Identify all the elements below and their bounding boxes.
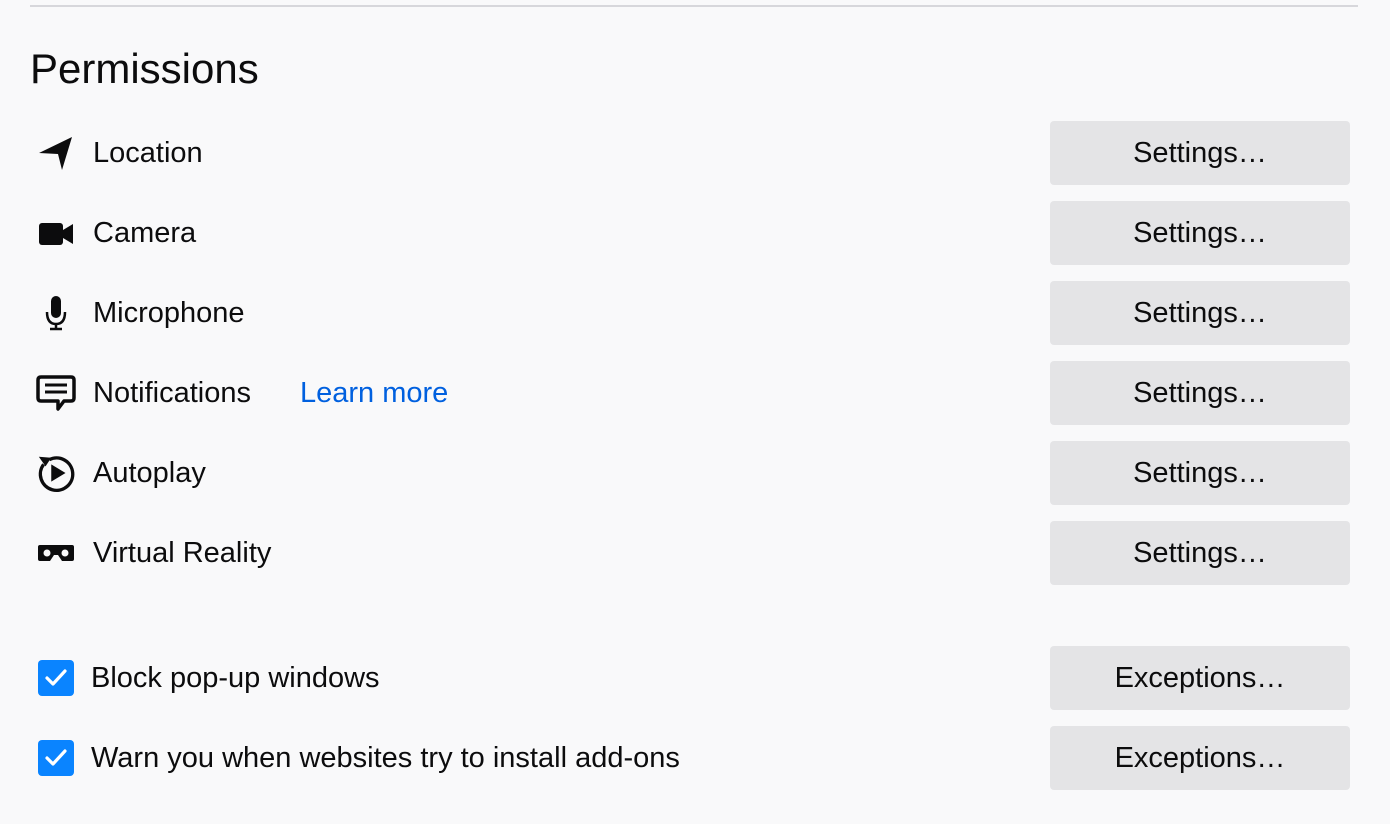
block-popups-checkbox[interactable]: [38, 660, 74, 696]
permission-row-autoplay: Autoplay Settings…: [30, 441, 1350, 505]
location-settings-button[interactable]: Settings…: [1050, 121, 1350, 185]
permission-label: Camera: [93, 217, 197, 249]
section-divider: [30, 5, 1358, 7]
autoplay-settings-button[interactable]: Settings…: [1050, 441, 1350, 505]
notification-bubble-icon: [36, 373, 76, 413]
popup-exceptions-button[interactable]: Exceptions…: [1050, 646, 1350, 710]
permission-label: Microphone: [93, 297, 245, 329]
checkmark-icon: [45, 749, 67, 766]
location-arrow-icon: [36, 133, 76, 173]
learn-more-link[interactable]: Learn more: [300, 375, 448, 411]
permission-label: Notifications: [93, 377, 251, 409]
autoplay-icon: [36, 453, 76, 493]
checkmark-icon: [45, 669, 67, 686]
block-popups-label[interactable]: Block pop-up windows: [91, 660, 380, 696]
block-popups-row: Block pop-up windows Exceptions…: [30, 646, 1350, 710]
camera-icon: [36, 213, 76, 253]
permission-row-camera: Camera Settings…: [30, 201, 1350, 265]
virtual-reality-settings-button[interactable]: Settings…: [1050, 521, 1350, 585]
permission-row-location: Location Settings…: [30, 121, 1350, 185]
permission-label: Autoplay: [93, 457, 206, 489]
vr-headset-icon: [36, 533, 76, 573]
microphone-icon: [36, 293, 76, 333]
notifications-settings-button[interactable]: Settings…: [1050, 361, 1350, 425]
permissions-page: Permissions Location Settings… Camera Se…: [0, 0, 1390, 824]
addon-exceptions-button[interactable]: Exceptions…: [1050, 726, 1350, 790]
microphone-settings-button[interactable]: Settings…: [1050, 281, 1350, 345]
warn-addons-row: Warn you when websites try to install ad…: [30, 726, 1350, 790]
warn-addons-checkbox[interactable]: [38, 740, 74, 776]
permission-row-notifications: Notifications Learn more Settings…: [30, 361, 1350, 425]
warn-addons-label[interactable]: Warn you when websites try to install ad…: [91, 740, 680, 776]
permission-label: Location: [93, 137, 203, 169]
permission-row-virtual-reality: Virtual Reality Settings…: [30, 521, 1350, 585]
section-title: Permissions: [30, 45, 259, 92]
permission-label: Virtual Reality: [93, 537, 272, 569]
camera-settings-button[interactable]: Settings…: [1050, 201, 1350, 265]
permission-row-microphone: Microphone Settings…: [30, 281, 1350, 345]
